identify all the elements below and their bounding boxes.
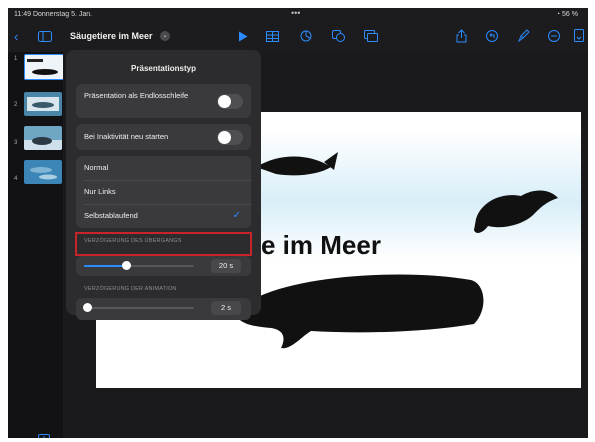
media-icon[interactable] bbox=[364, 30, 378, 45]
slider-fill bbox=[84, 265, 126, 267]
battery-status: ◔ 56 % bbox=[556, 11, 578, 18]
loop-toggle[interactable] bbox=[217, 94, 243, 109]
restart-row[interactable]: Bei Inaktivität neu starten bbox=[76, 124, 251, 150]
slide-number: 3 bbox=[14, 140, 18, 146]
slide-thumbnail-3[interactable] bbox=[24, 126, 62, 150]
chart-icon[interactable] bbox=[300, 30, 312, 45]
more-icon[interactable] bbox=[548, 30, 560, 45]
slide-thumbnail-4[interactable] bbox=[24, 160, 62, 184]
transition-delay-control: 20 s bbox=[76, 256, 251, 276]
shapes-icon[interactable] bbox=[332, 30, 345, 45]
back-icon[interactable]: ‹ bbox=[14, 30, 18, 44]
restart-toggle[interactable] bbox=[217, 130, 243, 145]
battery-percent: 56 % bbox=[562, 11, 578, 18]
document-title[interactable]: Säugetiere im Meer bbox=[70, 31, 153, 41]
format-brush-icon[interactable] bbox=[517, 29, 530, 45]
type-option-links-only[interactable]: Nur Links bbox=[76, 180, 251, 204]
slide-navigator: 1 2 3 4 + bbox=[8, 52, 64, 438]
slide-title[interactable]: e im Meer bbox=[261, 230, 381, 261]
type-option-label: Nur Links bbox=[84, 187, 116, 196]
presentation-type-list: Normal Nur Links Selbstablaufend ✓ bbox=[76, 156, 251, 228]
slide-thumbnail-1[interactable] bbox=[24, 54, 64, 80]
restart-label: Bei Inaktivität neu starten bbox=[84, 132, 169, 141]
animation-delay-value[interactable]: 2 s bbox=[211, 301, 241, 315]
toggle-knob bbox=[218, 131, 231, 144]
slider-thumb[interactable] bbox=[121, 261, 131, 270]
sidebar-toggle-icon[interactable] bbox=[38, 31, 52, 45]
share-icon[interactable] bbox=[456, 29, 467, 46]
slide-number: 1 bbox=[14, 56, 18, 62]
play-icon[interactable] bbox=[238, 31, 248, 45]
animation-delay-slider[interactable] bbox=[83, 303, 194, 312]
add-slide-button[interactable]: + bbox=[38, 434, 50, 438]
animation-delay-label: VERZÖGERUNG DER ANIMATION bbox=[84, 286, 177, 292]
type-option-normal[interactable]: Normal bbox=[76, 156, 251, 180]
table-icon[interactable] bbox=[266, 31, 279, 45]
loop-row[interactable]: Präsentation als Endlosschleife bbox=[76, 84, 251, 118]
transition-delay-slider[interactable] bbox=[84, 261, 194, 270]
type-option-label: Normal bbox=[84, 163, 109, 172]
loop-label: Präsentation als Endlosschleife bbox=[84, 91, 189, 100]
status-bar: 11:49 Donnerstag 5. Jan. ••• ◔ 56 % bbox=[8, 8, 588, 22]
slide-thumbnail-2[interactable] bbox=[24, 92, 62, 116]
slide-number: 4 bbox=[14, 176, 18, 182]
type-option-label: Selbstablaufend bbox=[84, 211, 138, 220]
ipad-screen: 11:49 Donnerstag 5. Jan. ••• ◔ 56 % ‹ Sä… bbox=[8, 8, 588, 438]
transition-delay-value[interactable]: 20 s bbox=[211, 259, 241, 273]
type-option-self-playing[interactable]: Selbstablaufend ✓ bbox=[76, 204, 251, 228]
highlight-box bbox=[75, 232, 252, 256]
popover-title: Präsentationstyp bbox=[131, 64, 196, 73]
multitasking-dots[interactable]: ••• bbox=[291, 8, 300, 18]
document-icon[interactable] bbox=[574, 29, 584, 45]
slider-thumb[interactable] bbox=[83, 303, 93, 312]
status-time: 11:49 Donnerstag 5. Jan. bbox=[14, 11, 93, 18]
undo-icon[interactable] bbox=[486, 30, 498, 45]
checkmark-icon: ✓ bbox=[232, 210, 241, 221]
title-chevron-down-icon[interactable]: ⌄ bbox=[160, 31, 170, 41]
presentation-type-popover: Präsentationstyp Präsentation als Endlos… bbox=[66, 50, 261, 320]
toggle-knob bbox=[218, 95, 231, 108]
animation-delay-control: 2 s bbox=[76, 298, 251, 320]
slide-number: 2 bbox=[14, 102, 18, 108]
